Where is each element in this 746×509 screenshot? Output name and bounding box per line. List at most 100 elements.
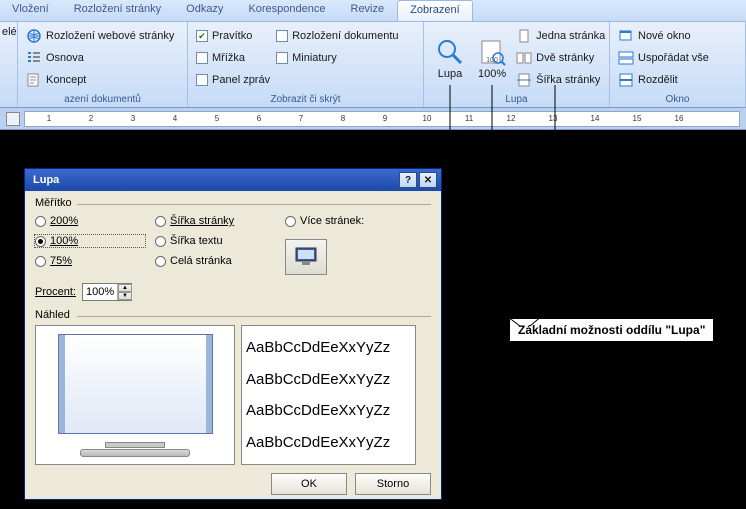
percent-label: Procent:	[35, 286, 76, 298]
ruler-tick: 11	[455, 114, 483, 123]
btn-web-layout[interactable]: Rozložení webové stránky	[26, 26, 174, 46]
radio-many-pages-label: Více stránek:	[300, 215, 364, 227]
ruler-tick: 14	[581, 114, 609, 123]
percent-spinner[interactable]: ▲ ▼	[82, 283, 132, 301]
btn-one-page[interactable]: Jedna stránka	[516, 26, 605, 46]
chk-thumbnails-label: Miniatury	[292, 52, 337, 64]
btn-100[interactable]: 100 100%	[474, 26, 510, 92]
ruler-area: 12345678910111213141516	[0, 108, 746, 130]
help-button[interactable]: ?	[399, 172, 417, 188]
chk-doc-map[interactable]: Rozložení dokumentu	[276, 26, 398, 46]
radio-text-width-label: Šířka textu	[170, 235, 223, 247]
btn-arrange-all[interactable]: Uspořádat vše	[618, 48, 709, 68]
cancel-button[interactable]: Storno	[355, 473, 431, 495]
btn-zoom[interactable]: Lupa	[432, 26, 468, 92]
new-window-icon	[618, 28, 634, 44]
ruler-tick: 10	[413, 114, 441, 123]
group-document-views-label: azení dokumentů	[26, 92, 179, 105]
monitor-stand-icon	[105, 442, 165, 448]
zoom-dialog: Lupa ? ✕ Měřítko 200% 100% 75% Šířka str…	[24, 168, 442, 500]
radio-75[interactable]: 75%	[35, 255, 145, 267]
btn-two-pages-label: Dvě stránky	[536, 52, 594, 64]
one-page-icon	[516, 28, 532, 44]
ruler-tick: 16	[665, 114, 693, 123]
tab-references[interactable]: Odkazy	[174, 0, 236, 21]
radio-page-width-label: Šířka stránky	[170, 215, 234, 227]
ruler-tick: 5	[203, 114, 231, 123]
sample-line-4: AaBbCcDdEeXxYyZz	[246, 434, 411, 451]
radio-whole-page[interactable]: Celá stránka	[155, 255, 275, 267]
chk-ruler[interactable]: ✔ Pravítko	[196, 26, 270, 46]
sample-line-3: AaBbCcDdEeXxYyZz	[246, 402, 411, 419]
btn-outline[interactable]: Osnova	[26, 48, 174, 68]
btn-draft[interactable]: Koncept	[26, 70, 174, 90]
btn-zoom-label: Lupa	[438, 68, 462, 80]
ruler-tick: 12	[497, 114, 525, 123]
preview-fieldset-label: Náhled	[35, 309, 431, 321]
ribbon-tabs: Vložení Rozložení stránky Odkazy Korespo…	[0, 0, 746, 22]
tab-insert[interactable]: Vložení	[0, 0, 62, 21]
dialog-titlebar[interactable]: Lupa ? ✕	[25, 169, 441, 191]
group-partial-left: elé	[0, 22, 18, 107]
close-button[interactable]: ✕	[419, 172, 437, 188]
ruler-tick: 1	[35, 114, 63, 123]
chk-message-bar[interactable]: Panel zpráv	[196, 70, 270, 90]
ribbon: elé Rozložení webové stránky Osnova	[0, 22, 746, 108]
radio-200[interactable]: 200%	[35, 215, 145, 227]
btn-new-window-label: Nové okno	[638, 30, 691, 42]
btn-page-width[interactable]: Šířka stránky	[516, 70, 605, 90]
spin-down-button[interactable]: ▼	[118, 292, 132, 300]
ruler-tick: 8	[329, 114, 357, 123]
ruler-tick: 6	[245, 114, 273, 123]
tab-mailings[interactable]: Korespondence	[236, 0, 338, 21]
ruler-tick: 7	[287, 114, 315, 123]
group-document-views: Rozložení webové stránky Osnova Koncept …	[18, 22, 188, 107]
checkbox-icon	[276, 30, 288, 42]
btn-web-layout-label: Rozložení webové stránky	[46, 30, 174, 42]
radio-whole-page-label: Celá stránka	[170, 255, 232, 267]
sample-line-2: AaBbCcDdEeXxYyZz	[246, 371, 411, 388]
radio-100[interactable]: 100%	[35, 235, 145, 247]
sample-line-1: AaBbCcDdEeXxYyZz	[246, 339, 411, 356]
btn-100-label: 100%	[478, 68, 506, 80]
tab-review[interactable]: Revize	[339, 0, 398, 21]
radio-200-label: 200%	[50, 215, 78, 227]
chk-gridlines[interactable]: Mřížka	[196, 48, 270, 68]
btn-arrange-all-label: Uspořádat vše	[638, 52, 709, 64]
arrange-all-icon	[618, 50, 634, 66]
percent-input[interactable]	[83, 286, 117, 298]
spin-up-button[interactable]: ▲	[118, 284, 132, 292]
btn-one-page-label: Jedna stránka	[536, 30, 605, 42]
btn-new-window[interactable]: Nové okno	[618, 26, 709, 46]
ruler-corner[interactable]	[6, 112, 20, 126]
radio-many-pages[interactable]: Více stránek:	[285, 215, 364, 227]
group-show-hide: ✔ Pravítko Mřížka Panel zpráv Rozložení …	[188, 22, 424, 107]
checkbox-icon	[276, 52, 288, 64]
two-pages-icon	[516, 50, 532, 66]
radio-75-label: 75%	[50, 255, 72, 267]
btn-two-pages[interactable]: Dvě stránky	[516, 48, 605, 68]
magnifier-icon	[436, 38, 464, 66]
monitor-icon	[292, 246, 320, 268]
btn-split[interactable]: Rozdělit	[618, 70, 709, 90]
radio-page-width[interactable]: Šířka stránky	[155, 215, 275, 227]
hundred-percent-icon: 100	[478, 38, 506, 66]
ruler-tick: 15	[623, 114, 651, 123]
draft-icon	[26, 72, 42, 88]
web-layout-icon	[26, 28, 42, 44]
chk-thumbnails[interactable]: Miniatury	[276, 48, 398, 68]
horizontal-ruler[interactable]: 12345678910111213141516	[24, 111, 740, 127]
font-sample-box: AaBbCcDdEeXxYyZz AaBbCcDdEeXxYyZz AaBbCc…	[241, 325, 416, 465]
scale-fieldset-label: Měřítko	[35, 197, 431, 209]
tab-view[interactable]: Zobrazení	[397, 0, 473, 21]
many-pages-picker[interactable]	[285, 239, 327, 275]
radio-text-width[interactable]: Šířka textu	[155, 235, 275, 247]
group-zoom: Lupa 100 100% Jedna stránka Dvě stránky	[424, 22, 610, 107]
btn-page-width-label: Šířka stránky	[536, 74, 600, 86]
ok-button[interactable]: OK	[271, 473, 347, 495]
preview-screen-icon	[58, 334, 213, 434]
ruler-tick: 2	[77, 114, 105, 123]
tab-page-layout[interactable]: Rozložení stránky	[62, 0, 174, 21]
chk-doc-map-label: Rozložení dokumentu	[292, 30, 398, 42]
group-window-label: Okno	[618, 92, 737, 105]
